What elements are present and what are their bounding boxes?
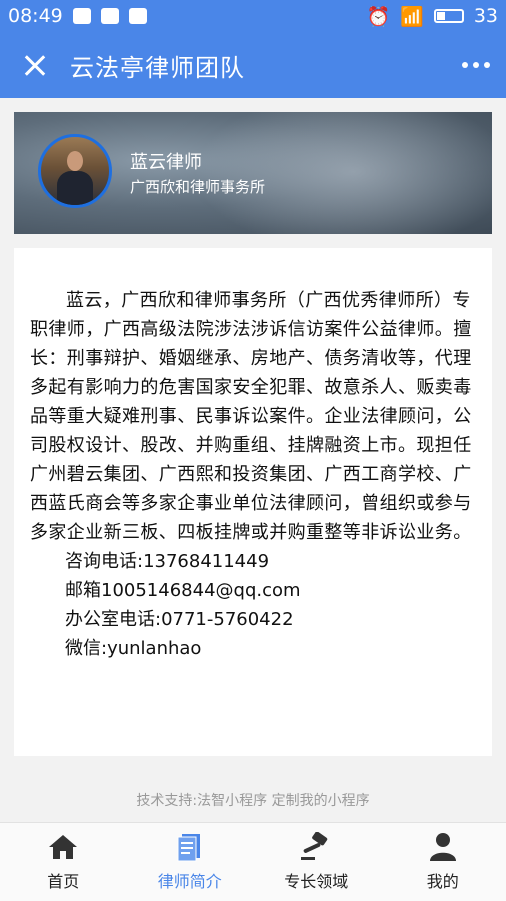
lawyer-firm: 广西欣和律师事务所 [130,176,265,197]
app-title: 云法亭律师团队 [70,48,245,83]
status-time: 08:49 [8,5,63,27]
tech-support-link[interactable]: 技术支持:法智小程序 定制我的小程序 [0,790,506,810]
document-icon [173,832,207,862]
status-bar: 08:49 ⏰ 📶 33 [0,0,506,32]
battery-level: 33 [474,5,498,27]
user-icon [426,832,460,862]
contact-wechat: 微信:yunlanhao [30,634,476,663]
message-icon [101,8,119,24]
wifi-icon: 📶 [400,5,424,28]
tab-home-label: 首页 [47,868,79,892]
app-bar: 云法亭律师团队 [0,32,506,98]
tab-expertise[interactable]: 专长领域 [253,823,380,901]
tab-expertise-label: 专长领域 [284,868,348,892]
contact-email: 邮箱1005146844@qq.com [30,576,476,605]
home-icon [46,832,80,862]
contact-phone: 咨询电话:13768411449 [30,547,476,576]
tab-lawyer-intro[interactable]: 律师简介 [127,823,254,901]
avatar [38,134,112,208]
tab-lawyer-intro-label: 律师简介 [158,868,222,892]
lawyer-intro-card: 蓝云，广西欣和律师事务所（广西优秀律师所）专职律师，广西高级法院涉法涉诉信访案件… [14,248,492,756]
alarm-icon: ⏰ [366,5,390,28]
lawyer-profile-card: 蓝云律师 广西欣和律师事务所 [14,112,492,234]
battery-icon [434,9,464,23]
tab-mine[interactable]: 我的 [380,823,506,901]
tab-mine-label: 我的 [427,868,459,892]
intro-text: 蓝云，广西欣和律师事务所（广西优秀律师所）专职律师，广西高级法院涉法涉诉信访案件… [30,286,476,547]
lawyer-name: 蓝云律师 [130,148,202,174]
more-dots-icon[interactable] [462,62,490,68]
image-icon [129,8,147,24]
close-icon[interactable] [10,41,58,89]
mail-icon [73,8,91,24]
tab-home[interactable]: 首页 [0,823,127,901]
bottom-tab-bar: 首页 律师简介 专长领域 我的 [0,822,506,901]
contact-office-phone: 办公室电话:0771-5760422 [30,605,476,634]
gavel-icon [299,832,333,862]
